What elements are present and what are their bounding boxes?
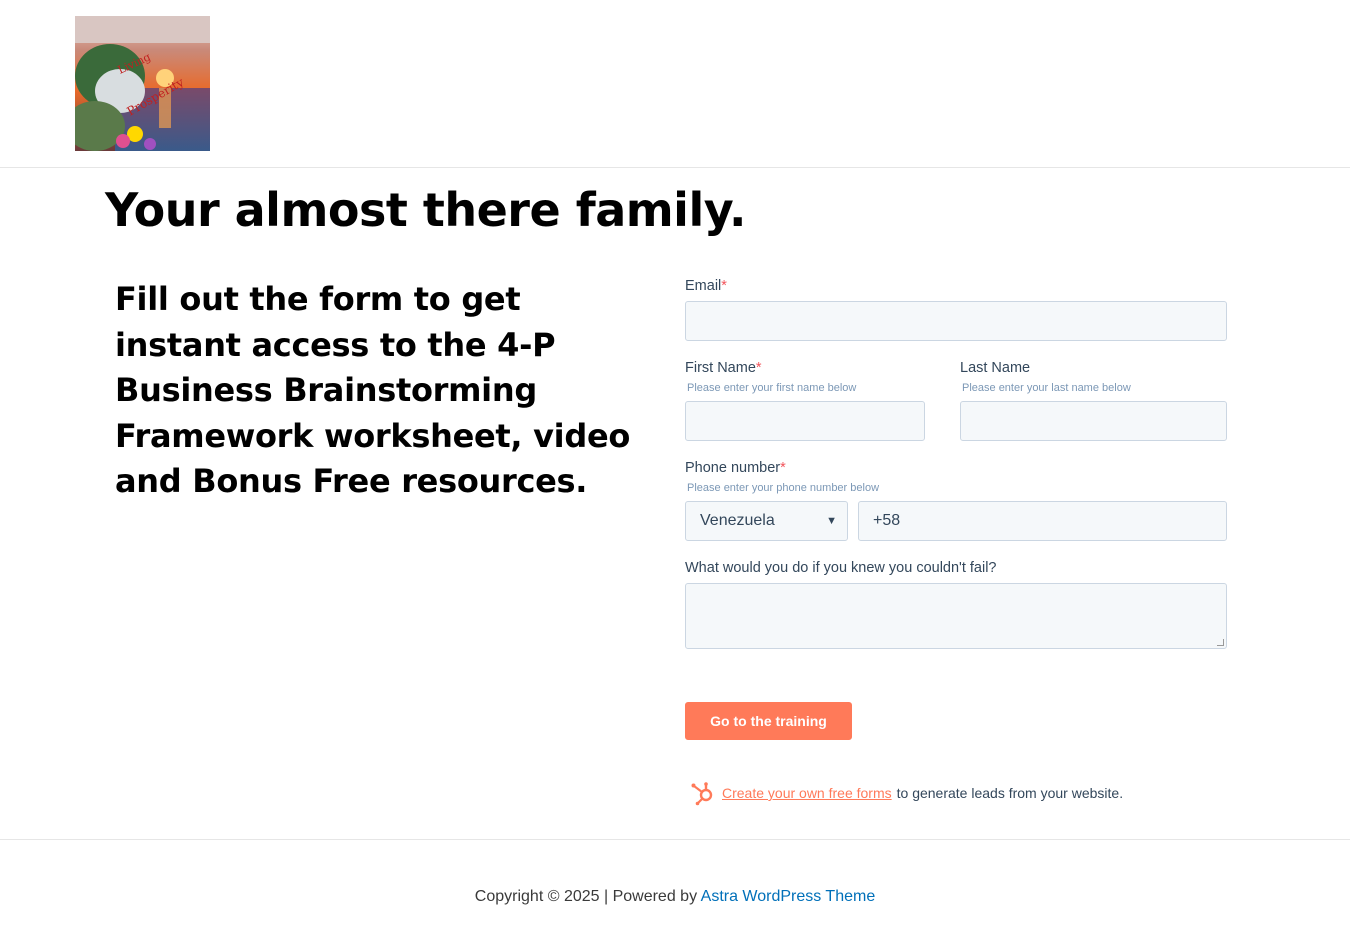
site-header: Living Prosperity xyxy=(0,0,1350,168)
logo-image: Living Prosperity xyxy=(75,16,210,151)
first-name-hint: Please enter your first name below xyxy=(687,382,857,394)
country-select-value: Venezuela xyxy=(700,512,775,529)
chevron-down-icon: ▼ xyxy=(826,515,837,527)
first-name-input[interactable] xyxy=(685,401,925,441)
site-footer: Copyright © 2025 | Powered by Astra Word… xyxy=(0,839,1350,940)
theme-link[interactable]: Astra WordPress Theme xyxy=(701,888,876,905)
hubspot-trailing-text: to generate leads from your website. xyxy=(896,785,1124,801)
first-name-label: First Name* xyxy=(685,360,762,376)
required-mark: * xyxy=(755,360,762,376)
last-name-label: Last Name xyxy=(960,360,1031,376)
phone-label: Phone number* xyxy=(685,460,786,476)
copyright: Copyright © 2025 | Powered by Astra Word… xyxy=(0,888,1350,906)
copyright-text: Copyright © 2025 | Powered by xyxy=(474,888,701,905)
create-forms-link[interactable]: Create your own free forms xyxy=(722,785,892,801)
site-logo[interactable]: Living Prosperity xyxy=(75,16,210,151)
phone-hint: Please enter your phone number below xyxy=(687,482,880,494)
resize-handle-icon[interactable] xyxy=(1217,639,1224,646)
question-textarea[interactable] xyxy=(685,583,1227,649)
page-title: Your almost there family. xyxy=(105,183,746,237)
required-mark: * xyxy=(780,460,786,476)
intro-text: Fill out the form to get instant access … xyxy=(115,280,631,500)
last-name-hint: Please enter your last name below xyxy=(962,382,1131,394)
question-label: What would you do if you knew you couldn… xyxy=(685,560,997,576)
hubspot-promo: Create your own free forms to generate l… xyxy=(690,780,1123,806)
email-input[interactable] xyxy=(685,301,1227,341)
country-select[interactable]: Venezuela ▼ xyxy=(685,501,848,541)
last-name-input[interactable] xyxy=(960,401,1227,441)
phone-input[interactable]: +58 xyxy=(858,501,1227,541)
email-label: Email* xyxy=(685,278,727,294)
hubspot-sprocket-icon xyxy=(691,782,713,806)
required-mark: * xyxy=(721,278,727,294)
submit-button[interactable]: Go to the training xyxy=(685,702,852,740)
